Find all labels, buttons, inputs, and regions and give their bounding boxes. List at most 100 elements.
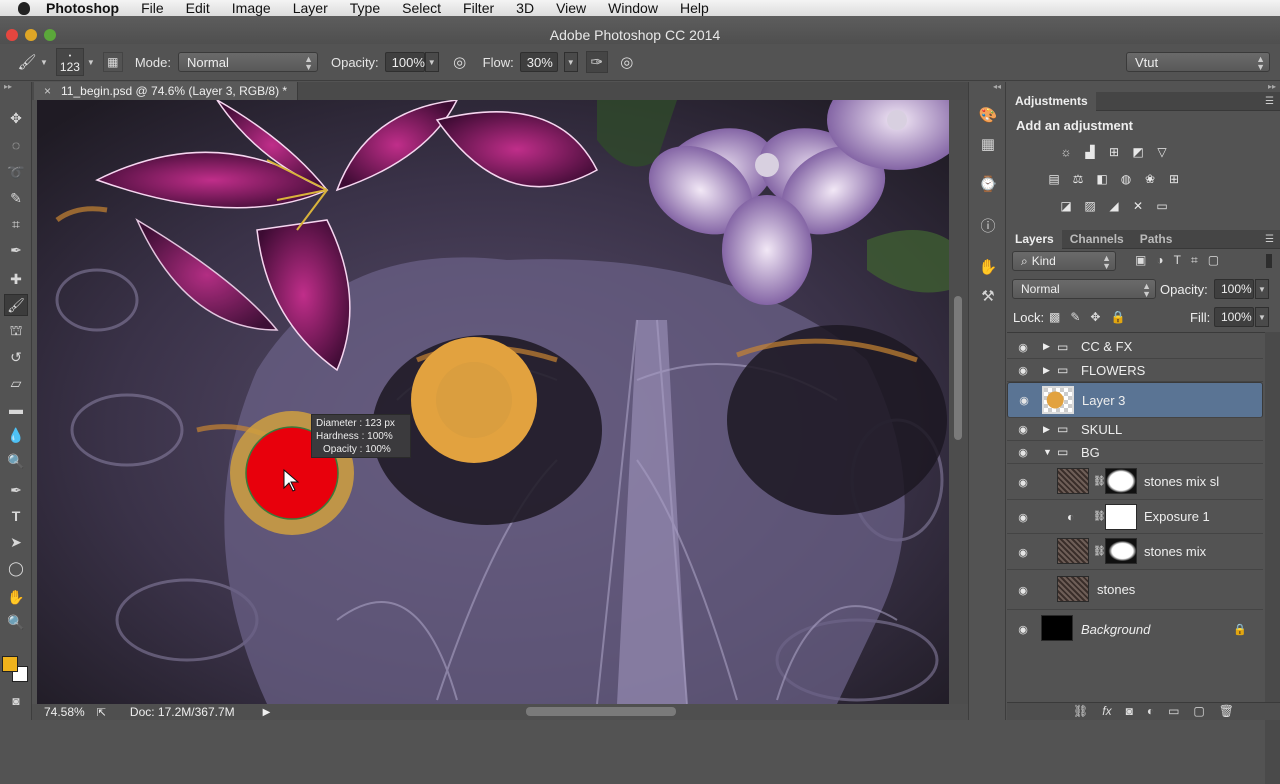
visibility-eye-icon[interactable]: ◉ <box>1015 446 1031 459</box>
brush-tool-icon[interactable]: 🖌 <box>4 294 28 316</box>
curves-icon[interactable]: ⊞ <box>1105 144 1123 160</box>
paths-tab[interactable]: Paths <box>1132 230 1181 249</box>
chain-link-icon[interactable]: ⛓ <box>1093 476 1106 487</box>
visibility-eye-icon[interactable]: ◉ <box>1015 584 1031 597</box>
trash-icon[interactable]: 🗑 <box>1219 704 1234 718</box>
lock-transparency-icon[interactable]: ▩ <box>1049 310 1060 324</box>
fill-slider-toggle[interactable]: ▼ <box>1255 307 1269 327</box>
status-menu-arrow-icon[interactable]: ▶ <box>263 707 271 718</box>
flow-input[interactable]: 30% <box>519 52 558 72</box>
panel-menu-icon[interactable]: ☰ <box>1265 234 1274 245</box>
marquee-tool-icon[interactable]: ◌ <box>4 134 28 156</box>
dodge-tool-icon[interactable]: 🔍 <box>4 450 28 472</box>
lock-all-icon[interactable]: 🔒 <box>1110 310 1125 324</box>
posterize-icon[interactable]: ▨ <box>1081 198 1099 214</box>
layer-row-cc-fx[interactable]: ◉ ▶ ▭ CC & FX <box>1007 335 1263 359</box>
blend-mode-select[interactable]: Normal ▲ ▼ <box>1012 279 1156 299</box>
mode-select[interactable]: Normal ▲ ▼ <box>177 52 318 72</box>
layers-tab[interactable]: Layers <box>1007 229 1062 249</box>
levels-icon[interactable]: ▟ <box>1081 144 1099 160</box>
layer-opacity-input[interactable]: 100% <box>1214 279 1254 299</box>
menu-type[interactable]: Type <box>350 0 380 16</box>
menu-layer[interactable]: Layer <box>293 0 328 16</box>
quick-mask-icon[interactable]: ◙ <box>4 690 28 712</box>
color-panel-icon[interactable]: 🎨 <box>977 105 999 125</box>
tool-presets-panel-icon[interactable]: ⚒ <box>977 286 999 306</box>
brush-panel-toggle-icon[interactable]: ▦ <box>102 52 123 72</box>
crop-tool-icon[interactable]: ⌗ <box>4 213 28 235</box>
type-tool-icon[interactable]: T <box>4 505 28 527</box>
pen-tool-icon[interactable]: ✒ <box>4 479 28 501</box>
workspace-select[interactable]: Vtut ▲ ▼ <box>1126 52 1270 72</box>
chain-link-icon[interactable]: ⛓ <box>1093 511 1106 522</box>
brightness-contrast-icon[interactable]: ☼ <box>1057 144 1075 160</box>
fill-input[interactable]: 100% <box>1214 307 1254 327</box>
expand-arrow-icon[interactable]: ▶ <box>1043 365 1050 376</box>
menu-select[interactable]: Select <box>402 0 441 16</box>
vertical-scroll-thumb[interactable] <box>954 296 962 440</box>
layer-row-exposure-1[interactable]: ◉ ◐ ⛓ Exposure 1 <box>1007 500 1263 534</box>
black-white-icon[interactable]: ◧ <box>1093 171 1111 187</box>
adjustment-filter-icon[interactable]: ◑ <box>1156 253 1163 268</box>
collapse-arrow-icon[interactable]: ▼ <box>1043 447 1052 457</box>
layer-row-layer-3[interactable]: ◉ Layer 3 <box>1007 382 1263 418</box>
photo-filter-icon[interactable]: ◍ <box>1117 171 1135 187</box>
foreground-color-swatch-top[interactable] <box>2 656 18 672</box>
exposure-icon[interactable]: ◩ <box>1129 144 1147 160</box>
pixel-filter-icon[interactable]: ▣ <box>1135 253 1146 268</box>
visibility-eye-icon[interactable]: ◉ <box>1015 341 1031 354</box>
add-mask-icon[interactable]: ◙ <box>1126 704 1133 718</box>
menu-file[interactable]: File <box>141 0 164 16</box>
panel-menu-icon[interactable]: ☰ <box>1265 96 1274 107</box>
visibility-eye-icon[interactable]: ◉ <box>1016 394 1032 407</box>
brush-size-picker[interactable]: • 123 <box>55 48 84 76</box>
layer-row-bg[interactable]: ◉ ▼ ▭ BG <box>1007 441 1263 464</box>
pressure-size-icon[interactable]: ◎ <box>616 51 638 73</box>
menu-filter[interactable]: Filter <box>463 0 494 16</box>
gradient-tool-icon[interactable]: ▬ <box>4 398 28 420</box>
move-tool-icon[interactable]: ✥ <box>4 107 28 129</box>
swatches-panel-icon[interactable]: ▦ <box>977 134 999 154</box>
expand-arrow-icon[interactable]: ▶ <box>1043 341 1050 352</box>
eyedropper-tool-icon[interactable]: ✒ <box>4 239 28 261</box>
lock-paint-icon[interactable]: ✎ <box>1070 310 1080 324</box>
new-adjustment-icon[interactable]: ◐ <box>1147 704 1154 718</box>
visibility-eye-icon[interactable]: ◉ <box>1015 423 1031 436</box>
menu-image[interactable]: Image <box>232 0 271 16</box>
history-panel-icon[interactable]: ⌚ <box>977 174 999 194</box>
eraser-tool-icon[interactable]: ▱ <box>4 372 28 394</box>
fx-icon[interactable]: fx <box>1102 704 1111 718</box>
document-canvas[interactable]: Diameter : 123 px Hardness : 100% Opacit… <box>37 100 949 704</box>
layer-row-stones-mix-sl[interactable]: ◉ ⛓ stones mix sl <box>1007 464 1263 500</box>
zoom-tool-icon[interactable]: 🔍 <box>4 611 28 633</box>
brush-picker-chevron-down-icon[interactable]: ▼ <box>87 58 95 67</box>
channel-mixer-icon[interactable]: ❀ <box>1141 171 1159 187</box>
healing-brush-tool-icon[interactable]: ✚ <box>4 268 28 290</box>
opacity-slider-toggle[interactable]: ▼ <box>424 52 439 72</box>
filter-toggle[interactable] <box>1266 254 1272 268</box>
close-tab-icon[interactable]: × <box>44 84 51 98</box>
layer-row-background[interactable]: ◉ Background 🔒 <box>1007 610 1263 648</box>
hand-tool-icon[interactable]: ✋ <box>4 586 28 608</box>
menu-help[interactable]: Help <box>680 0 709 16</box>
quick-select-tool-icon[interactable]: ✎ <box>4 187 28 209</box>
pressure-opacity-icon[interactable]: ◎ <box>449 51 471 73</box>
path-selection-tool-icon[interactable]: ➤ <box>4 531 28 553</box>
document-tab[interactable]: × 11_begin.psd @ 74.6% (Layer 3, RGB/8) … <box>34 82 299 100</box>
layer-row-skull[interactable]: ◉ ▶ ▭ SKULL <box>1007 418 1263 441</box>
color-balance-icon[interactable]: ⚖ <box>1069 171 1087 187</box>
lasso-tool-icon[interactable]: ➰ <box>4 161 28 183</box>
opacity-input[interactable]: 100% <box>384 52 425 72</box>
collapse-icon[interactable]: ▸▸ <box>4 82 12 91</box>
visibility-eye-icon[interactable]: ◉ <box>1015 476 1031 489</box>
layer-opacity-slider-toggle[interactable]: ▼ <box>1255 279 1269 299</box>
tool-preset-chevron-down-icon[interactable]: ▼ <box>40 58 48 67</box>
ellipse-tool-icon[interactable]: ◯ <box>4 557 28 579</box>
shape-filter-icon[interactable]: ⌗ <box>1191 253 1198 268</box>
gradient-map-icon[interactable]: ✕ <box>1129 198 1147 214</box>
new-layer-icon[interactable]: ▢ <box>1193 704 1204 718</box>
channels-tab[interactable]: Channels <box>1062 230 1132 249</box>
expand-arrow-icon[interactable]: ▶ <box>1043 424 1050 435</box>
collapse-right-icon[interactable]: ▸▸ <box>1268 82 1276 91</box>
history-brush-tool-icon[interactable]: ↺ <box>4 346 28 368</box>
